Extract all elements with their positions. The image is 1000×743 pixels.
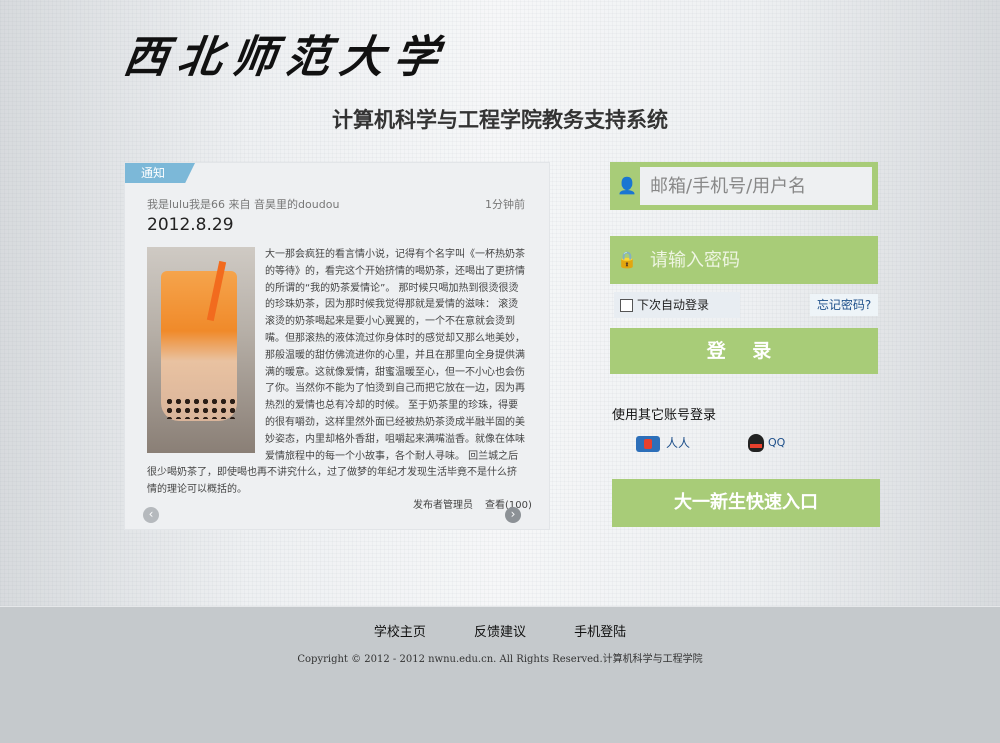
login-button[interactable]: 登 录: [610, 328, 878, 374]
qq-label: QQ: [768, 436, 786, 449]
post-date: 2012.8.29: [147, 215, 234, 235]
footer-link-feedback[interactable]: 反馈建议: [474, 625, 526, 640]
forgot-password-link[interactable]: 忘记密码?: [810, 294, 878, 316]
username-input[interactable]: [640, 167, 872, 205]
lock-icon: 🔒: [617, 250, 637, 269]
remember-me[interactable]: 下次自动登录: [614, 292, 740, 318]
next-arrow-icon[interactable]: ›: [505, 507, 521, 523]
post-publisher: 发布者管理员: [413, 500, 473, 511]
footer-link-school[interactable]: 学校主页: [374, 625, 426, 640]
freshman-entry-button[interactable]: 大一新生快速入口: [612, 479, 880, 527]
username-box: [640, 167, 872, 205]
page-title: 计算机科学与工程学院教务支持系统: [332, 108, 668, 132]
renren-icon: [636, 435, 660, 452]
post-time: 1分钟前: [485, 198, 525, 211]
copyright: Copyright © 2012 - 2012 nwnu.edu.cn. All…: [297, 654, 703, 665]
user-icon: 👤: [617, 176, 637, 195]
password-field: 🔒: [610, 236, 878, 284]
password-input[interactable]: [640, 241, 872, 279]
remember-checkbox[interactable]: [620, 299, 633, 312]
notice-tag: 通知: [125, 163, 195, 183]
university-logo: 西北师范大学: [120, 32, 452, 83]
footer: 学校主页 反馈建议 手机登陆 Copyright © 2012 - 2012 n…: [0, 606, 1000, 743]
notice-panel: 通知 我是lulu我是66 来自 音昊里的doudou 1分钟前 2012.8.…: [124, 162, 550, 530]
footer-links: 学校主页 反馈建议 手机登陆: [0, 621, 1000, 640]
renren-login[interactable]: 人人: [636, 434, 690, 452]
remember-label: 下次自动登录: [637, 298, 710, 312]
qq-icon: [748, 434, 764, 452]
renren-label: 人人: [666, 436, 691, 450]
username-field: 👤: [610, 162, 878, 210]
post-body: 大一那会疯狂的看言情小说，记得有个名字叫《一杯热奶茶的等待》的，看完这个开始挤情…: [147, 247, 525, 499]
password-box: [640, 241, 872, 279]
footer-link-mobile[interactable]: 手机登陆: [574, 625, 626, 640]
photo-spacer: [147, 247, 265, 455]
qq-login[interactable]: QQ: [748, 434, 785, 452]
other-accounts-title: 使用其它账号登录: [612, 408, 717, 423]
prev-arrow-icon[interactable]: ‹: [143, 507, 159, 523]
post-author-line: 我是lulu我是66 来自 音昊里的doudou: [147, 198, 340, 211]
